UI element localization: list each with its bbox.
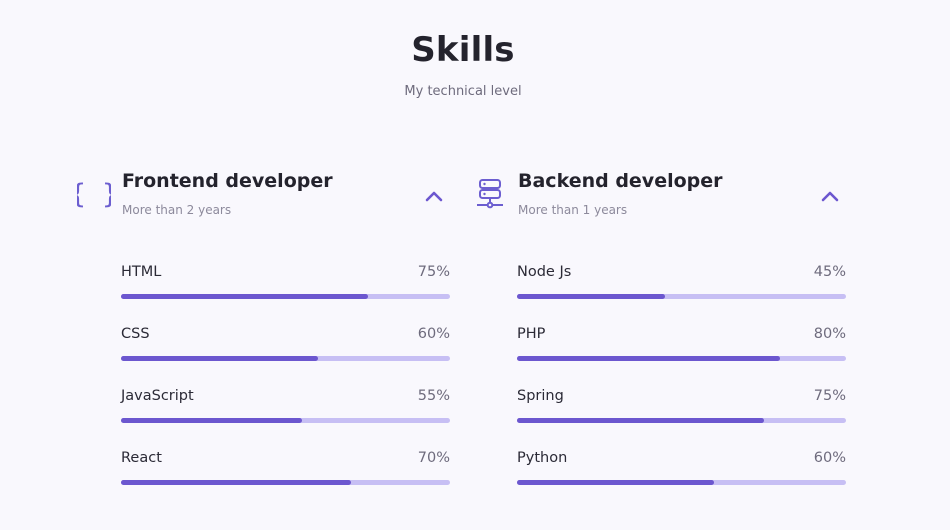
server-icon xyxy=(472,176,508,212)
frontend-skills-group: { } Frontend developer More than 2 years… xyxy=(76,168,456,498)
backend-header[interactable]: Backend developer More than 1 years xyxy=(472,168,852,228)
skill-item: React 70% xyxy=(121,450,450,512)
skill-percent: 55% xyxy=(417,388,450,404)
skill-bar-track xyxy=(121,356,450,361)
backend-subtitle: More than 1 years xyxy=(518,203,628,217)
section-subtitle: My technical level xyxy=(404,84,522,99)
skill-item: Node Js 45% xyxy=(517,264,846,326)
chevron-up-icon[interactable] xyxy=(420,184,448,208)
skill-item: Python 60% xyxy=(517,450,846,512)
skill-name: Python xyxy=(517,450,568,466)
frontend-skills-list: HTML 75% CSS 60% JavaScript 55% React 70… xyxy=(121,264,450,512)
skill-bar-fill xyxy=(517,356,781,361)
skill-bar-fill xyxy=(517,480,715,485)
skill-name: CSS xyxy=(121,326,150,342)
svg-text:{ }: { } xyxy=(77,179,111,210)
skill-name: JavaScript xyxy=(121,388,194,404)
chevron-up-icon[interactable] xyxy=(816,184,844,208)
skill-item: HTML 75% xyxy=(121,264,450,326)
backend-skills-group: Backend developer More than 1 years Node… xyxy=(472,168,852,498)
skill-percent: 80% xyxy=(813,326,846,342)
backend-skills-list: Node Js 45% PHP 80% Spring 75% Python 60… xyxy=(517,264,846,512)
frontend-subtitle: More than 2 years xyxy=(122,203,232,217)
skill-bar-fill xyxy=(121,480,352,485)
skill-percent: 45% xyxy=(813,264,846,280)
skill-item: CSS 60% xyxy=(121,326,450,388)
skill-bar-track xyxy=(517,480,846,485)
skill-name: React xyxy=(121,450,162,466)
skill-bar-track xyxy=(121,480,450,485)
skills-section: Skills My technical level { } Frontend d… xyxy=(0,0,950,530)
skill-bar-fill xyxy=(517,418,764,423)
skill-item: JavaScript 55% xyxy=(121,388,450,450)
skill-bar-track xyxy=(121,418,450,423)
frontend-header[interactable]: { } Frontend developer More than 2 years xyxy=(76,168,456,228)
section-title: Skills xyxy=(411,30,515,70)
skill-item: Spring 75% xyxy=(517,388,846,450)
skill-percent: 60% xyxy=(417,326,450,342)
skill-name: PHP xyxy=(517,326,546,342)
skill-bar-fill xyxy=(517,294,666,299)
skill-bar-track xyxy=(517,356,846,361)
skill-bar-track xyxy=(517,418,846,423)
braces-icon: { } xyxy=(76,176,112,212)
skill-bar-track xyxy=(121,294,450,299)
skill-name: HTML xyxy=(121,264,162,280)
skill-bar-fill xyxy=(121,294,368,299)
skill-percent: 70% xyxy=(417,450,450,466)
skill-bar-track xyxy=(517,294,846,299)
backend-title: Backend developer xyxy=(518,170,723,192)
skill-name: Node Js xyxy=(517,264,572,280)
frontend-title: Frontend developer xyxy=(122,170,333,192)
skill-bar-fill xyxy=(121,418,302,423)
skill-percent: 60% xyxy=(813,450,846,466)
skill-name: Spring xyxy=(517,388,564,404)
skill-percent: 75% xyxy=(417,264,450,280)
skill-percent: 75% xyxy=(813,388,846,404)
skill-item: PHP 80% xyxy=(517,326,846,388)
skill-bar-fill xyxy=(121,356,319,361)
